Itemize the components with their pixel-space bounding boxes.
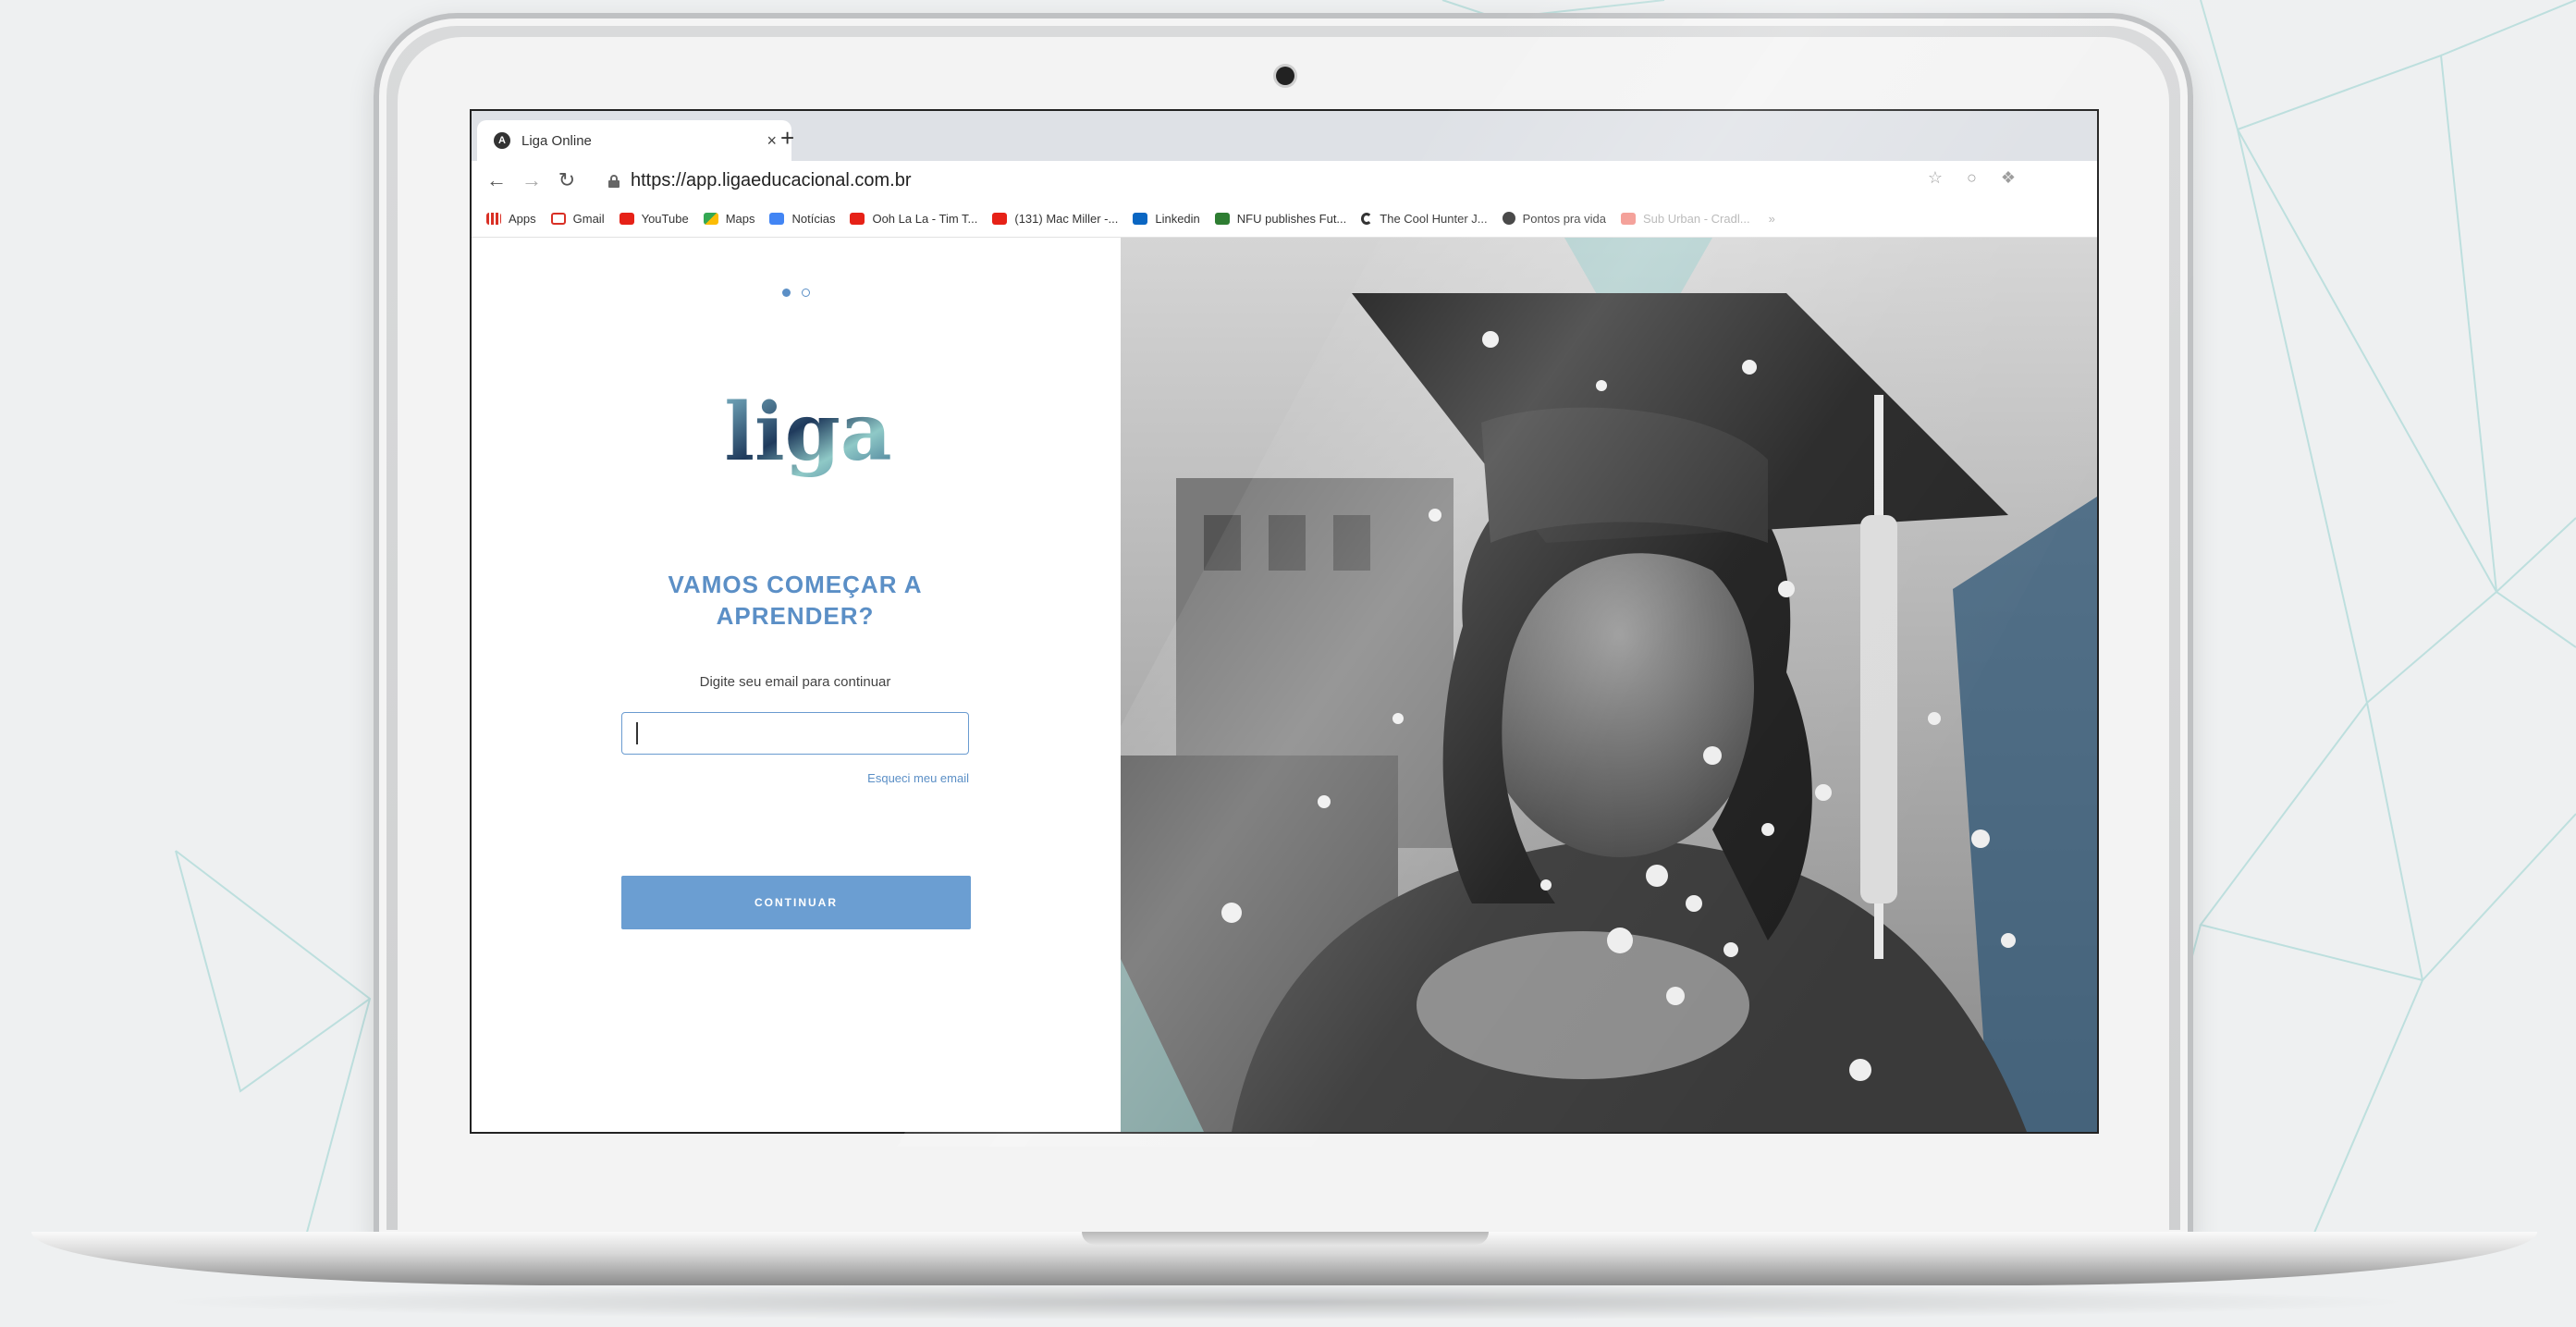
puzzle-extensions-icon[interactable]: ❖ <box>2001 168 2016 188</box>
forward-arrow-icon[interactable]: → <box>521 168 542 192</box>
browser-toolbar: ← → ↻ https://app.ligaeducacional.com.br… <box>472 161 2097 200</box>
gmail-icon <box>550 212 566 225</box>
youtube-icon <box>619 212 634 225</box>
laptop-base-notch <box>1082 1232 1489 1245</box>
forgot-email-link[interactable]: Esqueci meu email <box>786 771 969 785</box>
carousel-dots <box>782 289 810 297</box>
star-bookmark-icon[interactable]: ☆ <box>1928 168 1943 188</box>
email-hint-label: Digite seu email para continuar <box>699 674 891 690</box>
maps-icon <box>703 212 718 225</box>
hero-image-panel <box>1121 238 2097 1132</box>
bookmarks-bar: Apps Gmail YouTube Maps Notícias Ooh La … <box>472 200 2097 238</box>
youtube-icon <box>1620 212 1636 225</box>
toolbar-right-icons: ☆ ○ ❖ <box>1928 168 2016 188</box>
browser-tab-bar: A Liga Online × + <box>472 111 2097 161</box>
cool-hunter-icon <box>1361 212 1373 225</box>
page-heading: VAMOS COMEÇAR A APRENDER? <box>668 571 923 630</box>
bookmark-noticias[interactable]: Notícias <box>769 212 835 226</box>
bookmark-gmail[interactable]: Gmail <box>550 212 605 226</box>
carousel-dot-inactive[interactable] <box>802 289 810 297</box>
laptop-screen: A Liga Online × + ← → ↻ https://app.liga… <box>470 109 2099 1134</box>
graduate-photo <box>1121 238 2097 1132</box>
new-tab-button[interactable]: + <box>780 124 794 153</box>
reload-icon[interactable]: ↻ <box>557 168 577 192</box>
continue-button[interactable]: CONTINUAR <box>621 876 971 929</box>
carousel-dot-active[interactable] <box>782 289 791 297</box>
angular-favicon-icon: A <box>494 132 510 149</box>
laptop-shadow <box>148 1284 2423 1321</box>
bookmark-sub-urban[interactable]: Sub Urban - Cradl... <box>1620 212 1750 226</box>
email-input[interactable] <box>621 712 969 755</box>
tab-title: Liga Online <box>521 132 592 149</box>
tab-close-icon[interactable]: × <box>767 131 777 151</box>
svg-text:liga: liga <box>724 386 891 479</box>
bookmark-nfu[interactable]: NFU publishes Fut... <box>1214 212 1346 226</box>
address-bar[interactable]: https://app.ligaeducacional.com.br <box>631 170 912 191</box>
youtube-icon <box>992 212 1008 225</box>
apps-grid-icon <box>486 212 501 225</box>
news-icon <box>769 212 785 225</box>
lock-icon <box>608 174 619 188</box>
back-arrow-icon[interactable]: ← <box>486 168 507 192</box>
bookmark-apps[interactable]: Apps <box>486 212 536 226</box>
login-panel: liga VAMOS COMEÇAR A APRENDER? Digite se… <box>472 238 1121 1132</box>
globe-icon <box>1502 212 1515 225</box>
text-caret <box>636 722 638 744</box>
extension-circle-icon[interactable]: ○ <box>1967 168 1977 188</box>
bookmark-mac-miller[interactable]: (131) Mac Miller -... <box>992 212 1118 226</box>
webcam <box>1276 67 1294 85</box>
bookmark-ooh-la-la[interactable]: Ooh La La - Tim T... <box>850 212 977 226</box>
bookmark-linkedin[interactable]: Linkedin <box>1133 212 1200 226</box>
nfu-icon <box>1214 212 1230 225</box>
more-bookmarks-button[interactable]: » <box>1769 212 1775 226</box>
bookmark-youtube[interactable]: YouTube <box>619 212 689 226</box>
browser-tab[interactable]: A Liga Online × <box>477 120 791 161</box>
bookmark-pontos-pra-vida[interactable]: Pontos pra vida <box>1502 212 1606 226</box>
youtube-icon <box>850 212 865 225</box>
liga-logo: liga <box>724 386 891 479</box>
bookmark-maps[interactable]: Maps <box>703 212 754 226</box>
bookmark-cool-hunter[interactable]: The Cool Hunter J... <box>1361 212 1488 226</box>
linkedin-icon <box>1133 212 1148 225</box>
web-page: liga VAMOS COMEÇAR A APRENDER? Digite se… <box>472 238 2097 1132</box>
